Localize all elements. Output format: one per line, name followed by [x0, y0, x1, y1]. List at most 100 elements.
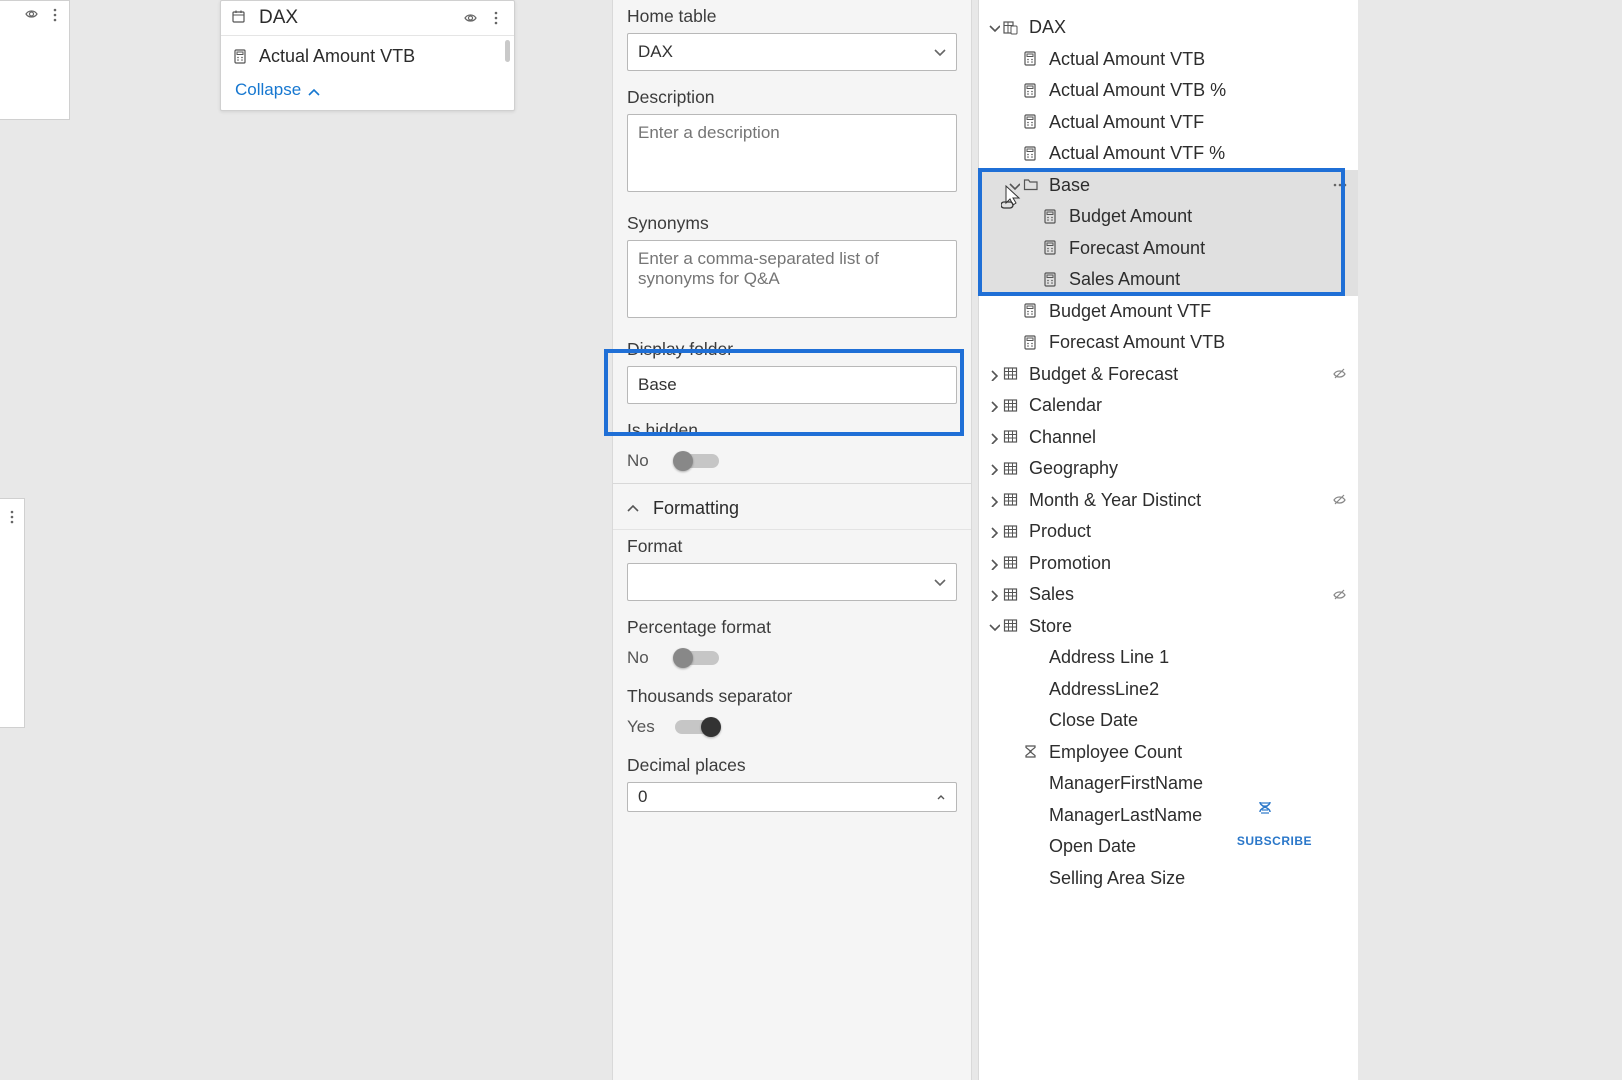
- synonyms-label: Synonyms: [627, 213, 957, 234]
- chevron-up-icon: [627, 502, 641, 516]
- tree-label: Budget & Forecast: [1029, 364, 1333, 385]
- thousands-label: Thousands separator: [627, 686, 957, 707]
- tree-folder-base[interactable]: Base: [979, 170, 1358, 202]
- tree-measure[interactable]: Budget Amount VTF: [979, 296, 1358, 328]
- tree-column[interactable]: Close Date: [979, 705, 1358, 737]
- scrollbar-thumb[interactable]: [505, 40, 510, 62]
- collapse-link[interactable]: Collapse: [235, 80, 320, 99]
- thousands-field: Thousands separator: [613, 680, 971, 715]
- table-title: DAX: [259, 7, 456, 29]
- tree-table[interactable]: Product: [979, 516, 1358, 548]
- synonyms-input[interactable]: [627, 240, 957, 318]
- thousands-toggle[interactable]: [675, 720, 719, 734]
- tree-measure[interactable]: Budget Amount: [979, 201, 1358, 233]
- tree-measure[interactable]: Forecast Amount VTB: [979, 327, 1358, 359]
- tree-label: Channel: [1029, 427, 1348, 448]
- chevron-right-icon: [987, 494, 1001, 507]
- tree-table[interactable]: Month & Year Distinct: [979, 485, 1358, 517]
- tree-column[interactable]: AddressLine2: [979, 674, 1358, 706]
- tree-label: Actual Amount VTF %: [1049, 143, 1348, 164]
- chevron-down-icon: [1007, 179, 1021, 192]
- is-hidden-label: Is hidden: [627, 420, 957, 441]
- chevron-right-icon: [987, 431, 1001, 444]
- tree-column[interactable]: Employee Count: [979, 737, 1358, 769]
- tree-label: Product: [1029, 521, 1348, 542]
- tree-table[interactable]: Promotion: [979, 548, 1358, 580]
- more-icon[interactable]: [1332, 177, 1348, 193]
- tree-label: ManagerFirstName: [1049, 773, 1348, 794]
- tree-measure[interactable]: Actual Amount VTF %: [979, 138, 1358, 170]
- decimal-input[interactable]: 0: [627, 782, 957, 812]
- percentage-field: Percentage format: [613, 611, 971, 646]
- visibility-icon[interactable]: [464, 11, 480, 25]
- tree-table-dax[interactable]: DAX: [979, 12, 1358, 44]
- tree-table[interactable]: Budget & Forecast: [979, 359, 1358, 391]
- subscribe-watermark: SUBSCRIBE: [1237, 800, 1312, 848]
- canvas-table-dax[interactable]: DAX Actual Amount VTB Collapse: [220, 0, 515, 111]
- hidden-icon: [1333, 493, 1348, 507]
- chevron-right-icon: [987, 399, 1001, 412]
- formatting-section-header[interactable]: Formatting: [613, 483, 971, 530]
- chevron-right-icon: [987, 525, 1001, 538]
- tree-label: Calendar: [1029, 395, 1348, 416]
- more-icon[interactable]: [4, 509, 20, 525]
- display-folder-label: Display folder: [627, 339, 957, 360]
- percentage-toggle[interactable]: [675, 651, 719, 665]
- table-icon: [1003, 555, 1023, 571]
- tree-label: Employee Count: [1049, 742, 1348, 763]
- measure-icon: [1043, 272, 1063, 288]
- table-field-row[interactable]: Actual Amount VTB: [221, 36, 514, 73]
- display-folder-input[interactable]: [627, 366, 957, 404]
- format-select[interactable]: [627, 563, 957, 601]
- tree-label: Close Date: [1049, 710, 1348, 731]
- date-table-icon: [231, 9, 249, 27]
- tree-label: Store: [1029, 616, 1348, 637]
- tree-label: AddressLine2: [1049, 679, 1348, 700]
- tree-column[interactable]: Address Line 1: [979, 642, 1358, 674]
- tree-table[interactable]: Sales: [979, 579, 1358, 611]
- measure-icon: [1043, 209, 1063, 225]
- tree-label: Actual Amount VTB %: [1049, 80, 1348, 101]
- table-icon: [1003, 429, 1023, 445]
- tree-label: Sales: [1029, 584, 1333, 605]
- tree-label: DAX: [1029, 17, 1348, 38]
- tree-label: Sales Amount: [1069, 269, 1348, 290]
- tree-table-store[interactable]: Store: [979, 611, 1358, 643]
- chevron-right-icon: [987, 557, 1001, 570]
- more-icon[interactable]: [47, 7, 63, 23]
- table-icon: [1003, 492, 1023, 508]
- home-table-field: Home table DAX: [613, 4, 971, 81]
- chevron-down-icon: [987, 21, 1001, 34]
- tree-table[interactable]: Calendar: [979, 390, 1358, 422]
- home-table-select[interactable]: DAX: [627, 33, 957, 71]
- chevron-right-icon: [987, 462, 1001, 475]
- is-hidden-toggle[interactable]: [675, 454, 719, 468]
- tree-column[interactable]: ManagerFirstName: [979, 768, 1358, 800]
- tree-table[interactable]: Geography: [979, 453, 1358, 485]
- measure-icon: [233, 49, 249, 65]
- tree-table[interactable]: Channel: [979, 422, 1358, 454]
- visibility-icon[interactable]: [25, 7, 39, 21]
- description-input[interactable]: [627, 114, 957, 192]
- more-icon[interactable]: [488, 10, 504, 26]
- tree-measure[interactable]: Forecast Amount: [979, 233, 1358, 265]
- tree-column[interactable]: Selling Area Size: [979, 863, 1358, 895]
- fields-pane: DAX Actual Amount VTB Actual Amount VTB % A…: [978, 0, 1358, 1080]
- tree-label: Selling Area Size: [1049, 868, 1348, 889]
- tree-measure[interactable]: Actual Amount VTF: [979, 107, 1358, 139]
- tree-measure[interactable]: Actual Amount VTB %: [979, 75, 1358, 107]
- chevron-down-icon: [932, 575, 946, 589]
- synonyms-field: Synonyms: [613, 207, 971, 333]
- is-hidden-toggle-row: No: [613, 449, 971, 483]
- format-field: Format: [613, 530, 971, 611]
- decimal-label: Decimal places: [627, 755, 957, 776]
- decimal-value: 0: [638, 787, 647, 807]
- measure-icon: [1023, 303, 1043, 319]
- table-icon: [1003, 587, 1023, 603]
- tree-measure[interactable]: Sales Amount: [979, 264, 1358, 296]
- tree-label: Actual Amount VTB: [1049, 49, 1348, 70]
- is-hidden-value: No: [627, 451, 661, 471]
- tree-label: Address Line 1: [1049, 647, 1348, 668]
- table-icon: [1003, 461, 1023, 477]
- tree-measure[interactable]: Actual Amount VTB: [979, 44, 1358, 76]
